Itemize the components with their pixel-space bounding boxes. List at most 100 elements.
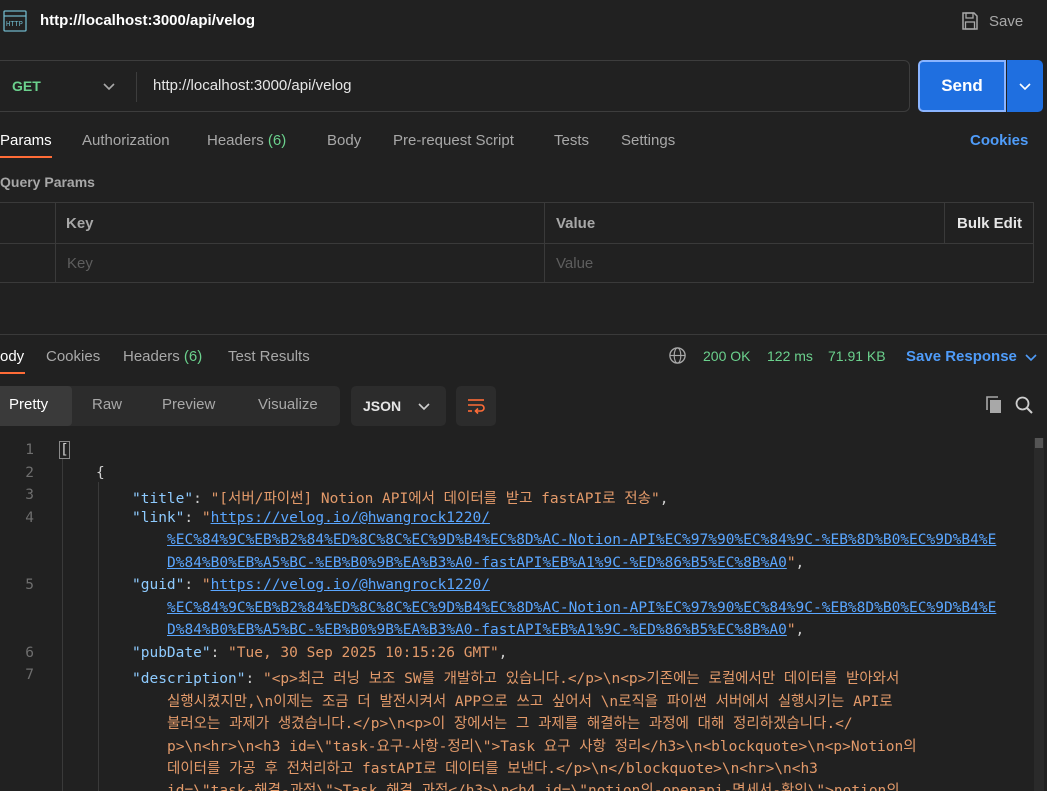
format-select[interactable]: JSON xyxy=(351,386,446,426)
tab-pretty[interactable]: Pretty xyxy=(9,396,48,413)
tab-raw[interactable]: Raw xyxy=(92,396,122,413)
search-icon[interactable] xyxy=(1014,395,1034,415)
scrollbar-thumb[interactable] xyxy=(1035,438,1043,448)
response-tabs: ody Cookies Headers (6) Test Results 200… xyxy=(0,346,1047,374)
json-string: p>\n<hr>\n<h3 id=\"task-요구-사항-정리\">Task … xyxy=(167,739,917,755)
link-url[interactable]: D%84%B0%EB%A5%BC-%EB%B0%9B%EA%B3%A0-fast… xyxy=(167,555,787,571)
line-number: 7 xyxy=(25,667,34,683)
url-input[interactable]: http://localhost:3000/api/velog xyxy=(153,77,351,94)
view-mode-tabs: Pretty Raw Preview Visualize xyxy=(0,386,340,426)
save-response-button[interactable]: Save Response xyxy=(906,348,1017,365)
send-dropdown-button[interactable] xyxy=(1007,60,1043,112)
status-code[interactable]: 200 OK xyxy=(703,348,750,364)
chevron-down-icon[interactable] xyxy=(102,79,116,93)
code-brace: { xyxy=(96,465,105,481)
code-line: "link": "https://velog.io/@hwangrock1220… xyxy=(132,510,490,526)
tab-headers-label: Headers xyxy=(207,132,264,149)
cookies-link[interactable]: Cookies xyxy=(970,132,1028,149)
code-line: "description": "<p>최근 러닝 보조 SW를 개발하고 있습니… xyxy=(132,671,900,687)
tab-response-headers[interactable]: Headers (6) xyxy=(123,348,202,365)
json-string: id=\"task-해결-과정\">Task 해결 과정</h3>\n<h4 i… xyxy=(167,783,900,791)
tab-settings[interactable]: Settings xyxy=(621,132,675,149)
json-key: "description" xyxy=(132,671,246,687)
tab-params[interactable]: Params xyxy=(0,132,52,149)
line-number: 6 xyxy=(25,645,34,661)
json-key: "pubDate" xyxy=(132,645,211,661)
response-body-editor[interactable]: 1 2 3 4 5 6 7 [ { "title": "[서버/파이썬] Not… xyxy=(0,438,1040,791)
indent-guide xyxy=(62,458,63,791)
json-string: "<p>최근 러닝 보조 SW를 개발하고 있습니다.</p>\n<p>기존에는… xyxy=(262,671,900,687)
chevron-down-icon xyxy=(418,403,430,411)
code-bracket: [ xyxy=(59,441,70,459)
tab-tests[interactable]: Tests xyxy=(554,132,589,149)
tab-visualize[interactable]: Visualize xyxy=(258,396,318,413)
link-url[interactable]: %EC%84%9C%EB%B2%84%ED%8C%8C%EC%9D%B4%EC%… xyxy=(167,600,996,616)
json-string: "[서버/파이썬] Notion API에서 데이터를 받고 fastAPI로 … xyxy=(210,491,660,507)
line-number: 3 xyxy=(25,487,34,503)
code-line: "guid": "https://velog.io/@hwangrock1220… xyxy=(132,577,490,593)
line-number: 4 xyxy=(25,510,34,526)
column-header-value: Value xyxy=(556,215,596,232)
tab-authorization[interactable]: Authorization xyxy=(82,132,170,149)
code-line: "pubDate": "Tue, 30 Sep 2025 10:15:26 GM… xyxy=(132,645,508,661)
line-number: 5 xyxy=(25,577,34,593)
tab-headers-label: Headers xyxy=(123,348,180,365)
wrap-lines-icon xyxy=(468,399,485,415)
link-url[interactable]: D%84%B0%EB%A5%BC-%EB%B0%9B%EA%B3%A0-fast… xyxy=(167,622,787,638)
chevron-down-icon[interactable] xyxy=(1024,350,1038,364)
query-params-title: Query Params xyxy=(0,174,95,190)
send-button[interactable]: Send xyxy=(918,60,1006,112)
svg-text:HTTP: HTTP xyxy=(6,20,23,28)
query-params-table: Key Value Bulk Edit Key Value xyxy=(0,202,1034,283)
tab-headers[interactable]: Headers (6) xyxy=(207,132,286,149)
wrap-lines-button[interactable] xyxy=(456,386,496,426)
json-string: 불러오는 과제가 생겼습니다.</p>\n<p>이 장에서는 그 과제를 해결하… xyxy=(167,716,853,732)
tab-response-cookies[interactable]: Cookies xyxy=(46,348,100,365)
table-divider xyxy=(0,243,1034,244)
json-string: 실행시켰지만,\n이제는 조금 더 발전시켜서 APP으로 쓰고 싶어서 \n로… xyxy=(167,694,893,710)
copy-icon[interactable] xyxy=(984,395,1004,415)
tab-body[interactable]: Body xyxy=(327,132,361,149)
link-url[interactable]: https://velog.io/@hwangrock1220/ xyxy=(211,510,490,526)
headers-count: (6) xyxy=(267,132,287,149)
bulk-edit-button[interactable]: Bulk Edit xyxy=(957,215,1022,232)
json-string: 데이터를 가공 후 전처리하고 fastAPI로 데이터를 보낸다.</p>\n… xyxy=(167,761,818,777)
line-number: 1 xyxy=(25,442,34,458)
save-label: Save xyxy=(989,12,1024,30)
code-line: D%84%B0%EB%A5%BC-%EB%B0%9B%EA%B3%A0-fast… xyxy=(167,622,805,638)
active-tab-indicator xyxy=(0,156,52,158)
save-button[interactable]: Save xyxy=(960,9,1023,33)
link-url[interactable]: https://velog.io/@hwangrock1220/ xyxy=(211,577,490,593)
value-input[interactable]: Value xyxy=(556,255,593,272)
globe-icon[interactable] xyxy=(668,346,687,365)
line-number: 2 xyxy=(25,465,34,481)
url-bar: GET http://localhost:3000/api/velog xyxy=(0,60,910,112)
code-line: %EC%84%9C%EB%B2%84%ED%8C%8C%EC%9D%B4%EC%… xyxy=(167,600,996,616)
method-select[interactable]: GET xyxy=(12,78,41,94)
active-tab-indicator xyxy=(0,372,25,374)
headers-count: (6) xyxy=(183,348,203,365)
http-icon: HTTP xyxy=(3,10,27,32)
tab-preview[interactable]: Preview xyxy=(162,396,215,413)
code-line: "title": "[서버/파이썬] Notion API에서 데이터를 받고 … xyxy=(132,491,669,507)
request-title[interactable]: http://localhost:3000/api/velog xyxy=(40,12,255,29)
request-header: HTTP http://localhost:3000/api/velog Sav… xyxy=(0,0,1047,44)
json-key: "title" xyxy=(132,491,194,507)
json-key: "link" xyxy=(132,510,185,526)
editor-scrollbar[interactable] xyxy=(1034,438,1044,791)
tab-test-results[interactable]: Test Results xyxy=(228,348,310,365)
save-icon xyxy=(962,12,978,30)
json-string: "Tue, 30 Sep 2025 10:15:26 GMT" xyxy=(228,645,499,661)
indent-guide xyxy=(98,482,99,791)
response-time[interactable]: 122 ms xyxy=(767,348,813,364)
json-key: "guid" xyxy=(132,577,185,593)
column-header-key: Key xyxy=(66,215,94,232)
tab-response-body[interactable]: ody xyxy=(0,348,24,365)
key-input[interactable]: Key xyxy=(67,255,93,272)
code-line: D%84%B0%EB%A5%BC-%EB%B0%9B%EA%B3%A0-fast… xyxy=(167,555,805,571)
tab-prerequest-script[interactable]: Pre-request Script xyxy=(393,132,514,149)
response-divider[interactable] xyxy=(0,334,1047,335)
response-size[interactable]: 71.91 KB xyxy=(828,348,886,364)
chevron-down-icon xyxy=(1019,83,1031,91)
link-url[interactable]: %EC%84%9C%EB%B2%84%ED%8C%8C%EC%9D%B4%EC%… xyxy=(167,532,996,548)
